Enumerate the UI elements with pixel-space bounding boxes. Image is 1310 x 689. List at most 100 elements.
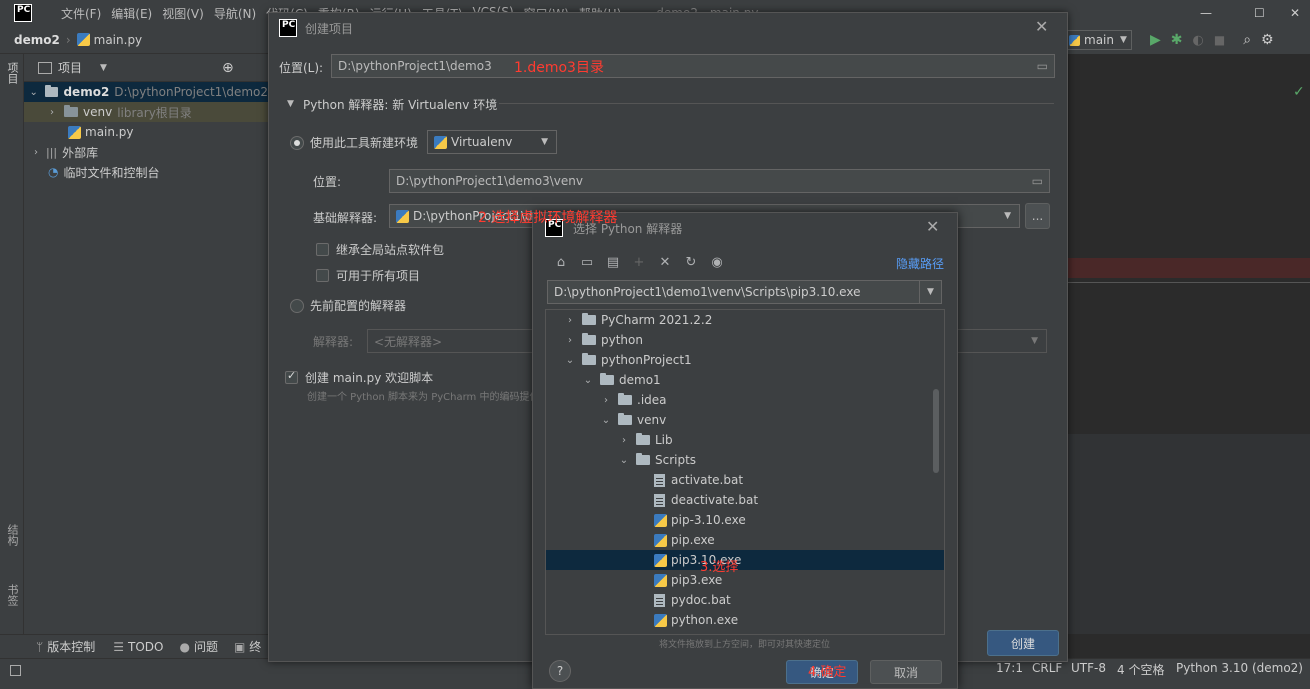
status-line-separator[interactable]: CRLF bbox=[1032, 661, 1062, 675]
create-main-checkbox[interactable]: 创建 main.py 欢迎脚本 bbox=[285, 369, 433, 386]
executable-file-icon bbox=[654, 533, 667, 547]
collapse-icon[interactable]: ▼ bbox=[287, 99, 294, 109]
chevron-right-icon[interactable]: › bbox=[564, 335, 576, 346]
tool-todo[interactable]: TODO bbox=[128, 640, 163, 654]
structure-tool-tab[interactable]: 结构 bbox=[4, 524, 20, 546]
file-tree-row[interactable]: pip3.10.exe bbox=[546, 550, 944, 570]
debug-icon[interactable]: ✱ bbox=[1171, 32, 1183, 48]
chevron-down-icon[interactable]: ⌄ bbox=[582, 375, 594, 386]
settings-icon[interactable]: ⚙ bbox=[1261, 32, 1274, 48]
close-icon[interactable]: ✕ bbox=[926, 217, 939, 236]
tree-row-venv[interactable]: › venv library根目录 bbox=[24, 102, 268, 122]
venv-location-input[interactable]: D:\pythonProject1\demo3\venv ▭ bbox=[389, 169, 1050, 193]
vcs-icon: ᛘ bbox=[36, 639, 44, 654]
file-tree-row[interactable]: › python bbox=[546, 330, 944, 350]
chevron-right-icon[interactable]: › bbox=[564, 315, 576, 326]
menu-item[interactable]: 文件(F) bbox=[56, 5, 106, 22]
file-tree-row[interactable]: › PyCharm 2021.2.2 bbox=[546, 310, 944, 330]
create-button[interactable]: 创建 bbox=[987, 630, 1059, 656]
file-tree-label: pip-3.10.exe bbox=[671, 513, 746, 527]
chevron-right-icon[interactable]: › bbox=[600, 395, 612, 406]
tree-row-main[interactable]: main.py bbox=[68, 122, 134, 142]
close-window-icon[interactable]: ✕ bbox=[1290, 6, 1300, 20]
file-tree-row[interactable]: activate.bat bbox=[546, 470, 944, 490]
folder-browse-icon[interactable]: ▭ bbox=[1037, 59, 1048, 73]
chevron-down-icon[interactable]: ▼ bbox=[919, 281, 941, 303]
location-value: D:\pythonProject1\demo3 bbox=[338, 59, 492, 73]
inherit-label: 继承全局站点软件包 bbox=[336, 243, 445, 257]
project-panel-title[interactable]: 项目 bbox=[58, 59, 82, 76]
menu-item[interactable]: 导航(N) bbox=[209, 5, 261, 22]
tool-problems[interactable]: 问题 bbox=[194, 638, 218, 655]
locate-icon[interactable]: ⊕ bbox=[222, 60, 234, 76]
chevron-down-icon[interactable]: ⌄ bbox=[564, 355, 576, 366]
browse-interpreter-button[interactable]: ... bbox=[1025, 203, 1050, 229]
file-tree-row[interactable]: deactivate.bat bbox=[546, 490, 944, 510]
location-input[interactable]: D:\pythonProject1\demo3 ▭ bbox=[331, 54, 1055, 78]
status-indent[interactable]: 4 个空格 bbox=[1117, 661, 1164, 678]
interpreter-placeholder: <无解释器> bbox=[374, 334, 443, 349]
show-hidden-icon[interactable]: ◉ bbox=[709, 255, 725, 271]
run-config-select[interactable]: main ▼ bbox=[1062, 30, 1132, 50]
chevron-down-icon[interactable]: ▼ bbox=[100, 63, 107, 73]
menu-item[interactable]: 视图(V) bbox=[157, 5, 209, 22]
stop-icon[interactable]: ■ bbox=[1214, 33, 1225, 47]
file-tree-row[interactable]: › .idea bbox=[546, 390, 944, 410]
new-env-radio[interactable]: 使用此工具新建环境 bbox=[290, 134, 418, 151]
path-input[interactable]: D:\pythonProject1\demo1\venv\Scripts\pip… bbox=[547, 280, 942, 304]
inherit-checkbox[interactable]: 继承全局站点软件包 bbox=[316, 241, 444, 258]
minimize-icon[interactable]: — bbox=[1200, 6, 1212, 20]
interpreter-section-title[interactable]: Python 解释器: 新 Virtualenv 环境 bbox=[303, 96, 497, 113]
file-tree-row[interactable]: ⌄ pythonProject1 bbox=[546, 350, 944, 370]
close-icon[interactable]: ✕ bbox=[1035, 17, 1048, 36]
file-tree-row[interactable]: pydoc.bat bbox=[546, 590, 944, 610]
bookmarks-tool-tab-label: 书签 bbox=[6, 584, 19, 606]
status-interpreter[interactable]: Python 3.10 (demo2) bbox=[1176, 661, 1303, 675]
file-tree-row[interactable]: › Lib bbox=[546, 430, 944, 450]
available-checkbox[interactable]: 可用于所有项目 bbox=[316, 267, 420, 284]
delete-icon[interactable]: ✕ bbox=[657, 255, 673, 271]
project-tool-tab[interactable]: 项目 bbox=[4, 62, 20, 84]
file-tree-row[interactable]: pip-3.10.exe bbox=[546, 510, 944, 530]
file-tree-row[interactable]: python.exe bbox=[546, 610, 944, 630]
file-tree-row[interactable]: ⌄ demo1 bbox=[546, 370, 944, 390]
tree-row-external-libs[interactable]: › ||| 外部库 bbox=[30, 142, 98, 162]
status-toggle-icon[interactable] bbox=[10, 665, 21, 676]
cancel-button[interactable]: 取消 bbox=[870, 660, 942, 684]
desktop-icon[interactable]: ▭ bbox=[579, 255, 595, 271]
menu-item[interactable]: 编辑(E) bbox=[106, 5, 157, 22]
error-line-highlight bbox=[1067, 258, 1310, 278]
breadcrumb-project[interactable]: demo2 bbox=[14, 33, 60, 47]
status-position[interactable]: 17:1 bbox=[996, 661, 1023, 675]
project-folder-icon[interactable]: ▤ bbox=[605, 255, 621, 271]
bookmarks-tool-tab[interactable]: 书签 bbox=[4, 584, 20, 606]
tree-row-demo2[interactable]: ⌄ demo2 D:\pythonProject1\demo2 bbox=[24, 82, 268, 102]
run-icon[interactable]: ▶ bbox=[1150, 32, 1161, 48]
help-button[interactable]: ? bbox=[549, 660, 571, 682]
breadcrumb-file[interactable]: main.py bbox=[94, 33, 143, 47]
tool-terminal[interactable]: 终 bbox=[249, 638, 261, 655]
new-folder-icon[interactable]: + bbox=[631, 255, 647, 271]
preconfigured-radio[interactable]: 先前配置的解释器 bbox=[290, 297, 406, 314]
file-tree-row[interactable]: pip3.exe bbox=[546, 570, 944, 590]
file-tree-row[interactable]: pip.exe bbox=[546, 530, 944, 550]
refresh-icon[interactable]: ↻ bbox=[683, 255, 699, 271]
coverage-icon[interactable]: ◐ bbox=[1193, 33, 1204, 48]
file-tree-row[interactable]: ⌄ Scripts bbox=[546, 450, 944, 470]
tree-row-scratches[interactable]: ◔ 临时文件和控制台 bbox=[48, 162, 160, 182]
tool-vcs[interactable]: 版本控制 bbox=[47, 638, 95, 655]
annotation-1: 1.demo3目录 bbox=[514, 60, 604, 76]
chevron-right-icon[interactable]: › bbox=[618, 435, 630, 446]
chevron-down-icon[interactable]: ⌄ bbox=[618, 455, 630, 466]
file-tree-row[interactable]: ⌄ venv bbox=[546, 410, 944, 430]
env-tool-select[interactable]: Virtualenv ▼ bbox=[427, 130, 557, 154]
home-icon[interactable]: ⌂ bbox=[553, 255, 569, 271]
folder-browse-icon[interactable]: ▭ bbox=[1032, 174, 1043, 188]
chevron-down-icon[interactable]: ⌄ bbox=[600, 415, 612, 426]
preconfigured-label: 先前配置的解释器 bbox=[310, 299, 407, 313]
status-encoding[interactable]: UTF-8 bbox=[1071, 661, 1106, 675]
hide-path-link[interactable]: 隐藏路径 bbox=[896, 255, 944, 272]
tree-scrollbar[interactable] bbox=[933, 389, 939, 473]
maximize-icon[interactable]: ☐ bbox=[1254, 6, 1265, 20]
search-icon[interactable]: ⌕ bbox=[1243, 32, 1251, 48]
